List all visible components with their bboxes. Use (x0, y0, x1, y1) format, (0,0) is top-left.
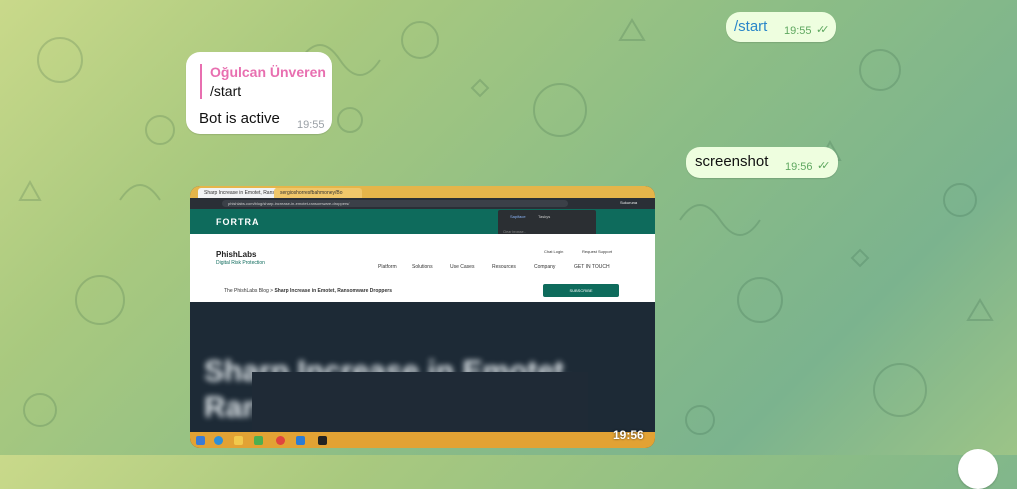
edge-icon (214, 436, 223, 445)
reply-sender-name: Oğulcan Ünveren (210, 64, 326, 80)
scroll-down-button[interactable] (958, 449, 998, 489)
chrome-icon (276, 436, 285, 445)
browser-tab: sergioshorresfbahmoney/Bo (274, 188, 362, 198)
fortra-logo: FORTRA (216, 217, 260, 227)
vscode-icon (296, 436, 305, 445)
screenshot-image[interactable]: Sharp Increase in Emotet, Ranso sergiosh… (190, 186, 655, 448)
message-text: /start (734, 18, 768, 35)
message-text: Bot is active (199, 110, 280, 127)
redacted-box (252, 372, 588, 432)
message-start-command[interactable]: /start 19:55 ✓✓ (726, 12, 836, 42)
message-screenshot-command[interactable]: screenshot 19:56 ✓✓ (686, 147, 838, 178)
breadcrumb: The PhishLabs Blog > Sharp Increase in E… (224, 288, 392, 294)
terminal-icon (318, 436, 327, 445)
message-text: screenshot (695, 153, 769, 170)
reply-quoted-text: /start (210, 83, 242, 99)
reply-quote[interactable]: Oğulcan Ünveren /start (200, 64, 326, 99)
folder-icon (234, 436, 243, 445)
brand-name: PhishLabs (216, 250, 257, 259)
store-icon (254, 436, 263, 445)
nav-platform: Platform (378, 264, 397, 270)
url-field: phishlabs.com/blog/sharp-increase-in-emo… (222, 200, 568, 207)
nav-use-cases: Use Cases (450, 264, 475, 270)
website-header: PhishLabs Digital Risk Protection Chat L… (190, 234, 655, 302)
double-check-icon: ✓✓ (816, 24, 830, 36)
browser-tab-active: Sharp Increase in Emotet, Ranso (198, 188, 278, 198)
subscribe-button: SUBSCRIBE (543, 284, 619, 297)
message-bot-reply[interactable]: Oğulcan Ünveren /start Bot is active 19:… (186, 52, 332, 134)
image-time: 19:56 (613, 428, 644, 442)
message-time: 19:56 (785, 161, 813, 173)
nav-get-in-touch: GET IN TOUCH (574, 264, 610, 270)
brand-subtitle: Digital Risk Protection (216, 260, 265, 266)
nav-resources: Resources (492, 264, 516, 270)
message-time: 19:55 (297, 119, 325, 131)
chat-login-link: Chat Login (544, 249, 564, 254)
request-support-link: Request Support (582, 249, 613, 254)
nav-company: Company (534, 264, 556, 270)
profile-label: Sukuruna (620, 200, 638, 205)
double-check-icon: ✓✓ (817, 160, 831, 172)
windows-start-icon (196, 436, 205, 445)
nav-solutions: Solutions (412, 264, 433, 270)
message-time: 19:55 (784, 25, 812, 37)
